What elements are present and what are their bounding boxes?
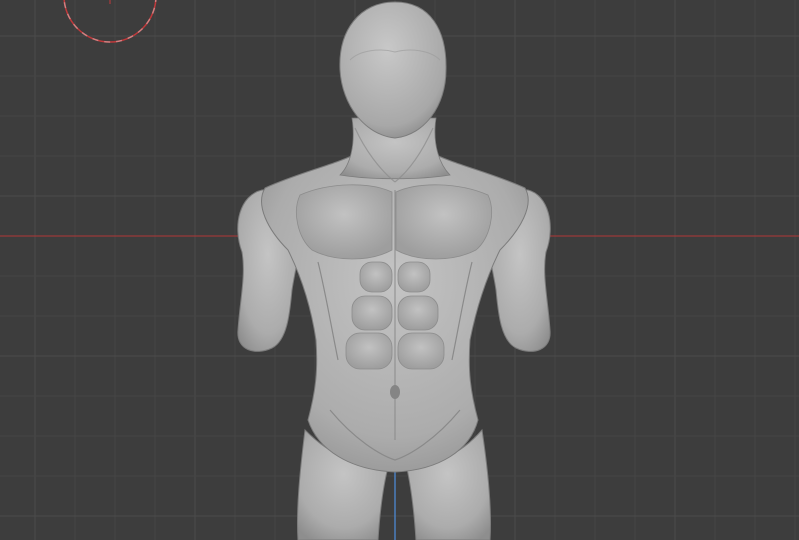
3d-viewport[interactable] bbox=[0, 0, 799, 540]
mesh-left-pec bbox=[296, 184, 393, 260]
torso-mesh[interactable] bbox=[237, 1, 551, 540]
mesh-navel bbox=[390, 385, 400, 399]
mesh-right-pec bbox=[395, 184, 492, 260]
